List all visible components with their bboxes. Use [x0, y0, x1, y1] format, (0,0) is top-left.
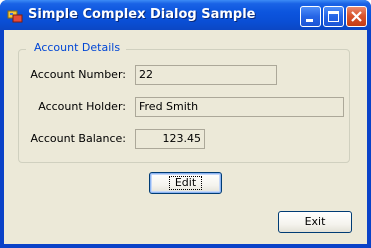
account-number-field[interactable]: 22	[135, 65, 277, 85]
exit-button-label: Exit	[304, 215, 326, 228]
account-details-legend: Account Details	[26, 41, 127, 55]
title-bar[interactable]: Simple Complex Dialog Sample	[0, 0, 371, 30]
edit-button-label: Edit	[168, 176, 203, 190]
close-icon	[351, 11, 362, 22]
close-button[interactable]	[346, 6, 367, 27]
exit-button[interactable]: Exit	[278, 211, 352, 233]
account-holder-label: Account Holder:	[38, 100, 126, 113]
minimize-button[interactable]	[300, 6, 321, 27]
account-number-label: Account Number:	[30, 68, 126, 81]
account-balance-label: Account Balance:	[30, 132, 127, 145]
maximize-button[interactable]	[323, 6, 344, 27]
account-holder-field[interactable]: Fred Smith	[135, 97, 344, 117]
minimize-icon	[306, 19, 313, 22]
edit-button[interactable]: Edit	[149, 172, 222, 194]
maximize-icon	[328, 11, 339, 22]
account-balance-field[interactable]: 123.45	[135, 129, 205, 149]
window-title: Simple Complex Dialog Sample	[28, 7, 256, 22]
dialog-window: Simple Complex Dialog Sample Account Det…	[0, 0, 371, 248]
dialog-client-area: Account Details Account Number: 22 Accou…	[4, 30, 367, 244]
app-icon	[7, 10, 23, 23]
